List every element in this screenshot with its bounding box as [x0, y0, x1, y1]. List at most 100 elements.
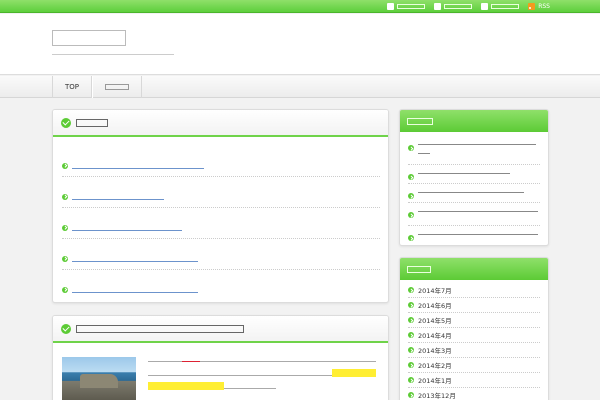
document-icon	[434, 3, 442, 10]
arrow-bullet-icon	[408, 377, 414, 383]
article-text-line	[148, 370, 332, 376]
sidebar-recent-item-text[interactable]	[418, 139, 536, 145]
sidebar-recent-item[interactable]	[408, 187, 540, 203]
site-description	[52, 47, 174, 55]
top-link-document-label	[444, 4, 473, 9]
article-highlight-yellow	[332, 369, 376, 377]
archive-item-label[interactable]: 2014年5月	[418, 315, 452, 325]
sidebar-recent-title	[407, 117, 433, 125]
archive-item[interactable]: 2014年2月	[408, 358, 540, 373]
archive-item-label[interactable]: 2014年2月	[418, 360, 452, 370]
archive-item-label[interactable]: 2014年6月	[418, 300, 452, 310]
sidebar-recent-item-text[interactable]	[418, 187, 524, 193]
archive-item[interactable]: 2014年3月	[408, 343, 540, 358]
top-link-mail-label	[491, 4, 520, 9]
sidebar-recent-header	[400, 110, 548, 132]
article-title[interactable]	[76, 324, 244, 333]
site-header	[0, 14, 600, 75]
arrow-bullet-icon	[408, 235, 414, 241]
sidebar-recent-panel	[399, 109, 549, 246]
post-title[interactable]	[72, 286, 198, 293]
archive-item[interactable]: 2014年4月	[408, 328, 540, 343]
sidebar-recent-item[interactable]	[408, 206, 540, 226]
arrow-bullet-icon	[62, 224, 68, 231]
archive-item-label[interactable]: 2013年12月	[418, 390, 456, 400]
top-link-document[interactable]	[434, 2, 473, 11]
sidebar-archive-header	[400, 258, 548, 280]
check-circle-icon	[61, 117, 71, 128]
top-link-mail[interactable]	[481, 2, 520, 11]
list-item	[62, 270, 380, 301]
archive-item-label[interactable]: 2014年7月	[418, 285, 452, 295]
arrow-bullet-icon	[408, 332, 414, 338]
archive-item[interactable]: 2014年6月	[408, 298, 540, 313]
arrow-bullet-icon	[408, 145, 414, 151]
post-title[interactable]	[72, 193, 164, 200]
nav-item-top[interactable]: TOP	[52, 76, 93, 98]
article-header	[53, 316, 388, 343]
list-item	[62, 177, 380, 208]
sidebar-recent-item-text[interactable]	[418, 168, 510, 174]
sidebar-recent-item[interactable]	[408, 168, 540, 184]
top-utility-bar: RSS	[0, 0, 600, 13]
arrow-bullet-icon	[62, 193, 68, 200]
arrow-bullet-icon	[408, 193, 414, 199]
sidebar-recent-item-text[interactable]	[418, 206, 538, 212]
article-photo[interactable]	[62, 357, 136, 400]
archive-item[interactable]: 2014年1月	[408, 373, 540, 388]
nav-items: TOP	[52, 76, 143, 98]
arrow-bullet-icon	[62, 162, 68, 169]
top-link-user[interactable]	[387, 2, 426, 11]
new-posts-header	[53, 110, 388, 137]
post-title[interactable]	[72, 162, 204, 169]
article-text-line	[200, 356, 376, 362]
arrow-bullet-icon	[408, 347, 414, 353]
archive-item[interactable]: 2014年7月	[408, 283, 540, 298]
arrow-bullet-icon	[408, 392, 414, 398]
archive-item-label[interactable]: 2014年3月	[418, 345, 452, 355]
list-item	[62, 208, 380, 239]
article-emphasis-red	[182, 356, 200, 362]
post-title[interactable]	[72, 224, 182, 231]
arrow-bullet-icon	[62, 255, 68, 262]
sidebar-recent-item[interactable]	[408, 229, 540, 245]
sidebar-archive-list: 2014年7月 2014年6月 2014年5月 2014年4月 2014年3月 …	[400, 280, 548, 400]
arrow-bullet-icon	[408, 287, 414, 293]
top-link-rss-label: RSS	[538, 3, 550, 10]
article-text-line	[148, 356, 182, 362]
new-posts-title	[76, 118, 108, 127]
archive-item-label[interactable]: 2014年4月	[418, 330, 452, 340]
site-title[interactable]	[52, 30, 126, 46]
archive-item[interactable]: 2014年5月	[408, 313, 540, 328]
archive-item-label[interactable]: 2014年1月	[418, 375, 452, 385]
rss-icon	[528, 3, 536, 10]
post-link[interactable]	[62, 162, 204, 169]
top-links: RSS	[387, 2, 550, 11]
list-item	[62, 239, 380, 270]
sidebar-archive-title	[407, 265, 431, 273]
arrow-bullet-icon	[408, 302, 414, 308]
archive-item[interactable]: 2013年12月	[408, 388, 540, 400]
sidebar-recent-list	[400, 132, 548, 245]
article-text-line	[224, 383, 276, 389]
sidebar-recent-item-text[interactable]	[418, 229, 538, 235]
top-link-rss[interactable]: RSS	[528, 2, 550, 11]
post-link[interactable]	[62, 224, 182, 231]
post-link[interactable]	[62, 286, 198, 293]
post-link[interactable]	[62, 255, 198, 262]
article-highlight-yellow	[148, 382, 224, 390]
global-nav: TOP	[0, 76, 600, 98]
mail-icon	[481, 3, 489, 10]
arrow-bullet-icon	[408, 317, 414, 323]
sidebar-recent-item-text-wrap	[418, 148, 430, 154]
user-icon	[387, 3, 395, 10]
post-title[interactable]	[72, 255, 198, 262]
nav-item-second-label	[105, 84, 130, 90]
post-link[interactable]	[62, 193, 164, 200]
list-item	[62, 146, 380, 177]
nav-item-second[interactable]	[92, 76, 143, 98]
sidebar-recent-item[interactable]	[408, 139, 540, 165]
arrow-bullet-icon	[408, 174, 414, 180]
sidebar-archive-panel: 2014年7月 2014年6月 2014年5月 2014年4月 2014年3月 …	[399, 257, 549, 400]
arrow-bullet-icon	[408, 362, 414, 368]
